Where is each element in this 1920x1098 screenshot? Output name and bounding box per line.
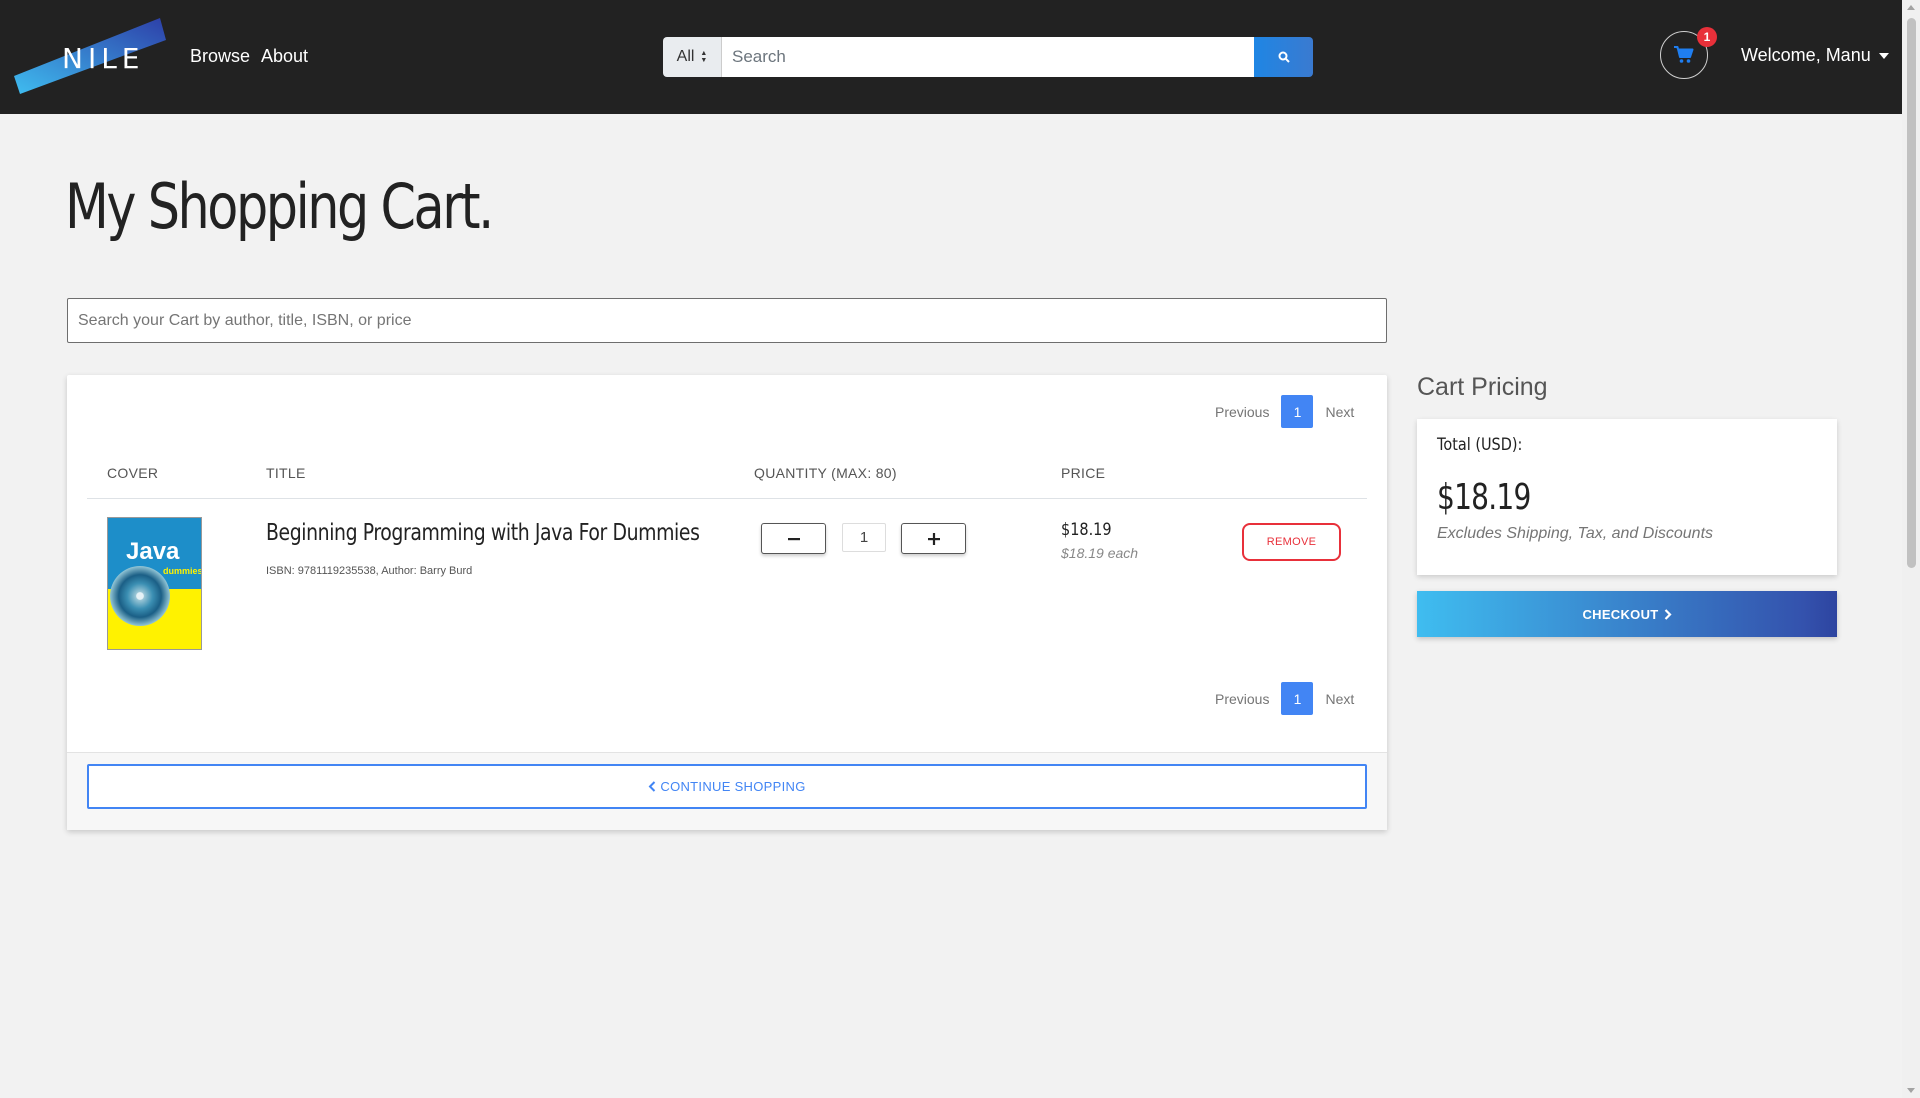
item-price-each: $18.19 each — [1061, 545, 1139, 561]
quantity-decrease-button[interactable] — [761, 523, 826, 554]
cover-title-text: Java — [126, 538, 180, 565]
continue-shopping-label: CONTINUE SHOPPING — [660, 779, 806, 794]
page-scrollbar[interactable] — [1902, 0, 1920, 1098]
column-header-quantity: QUANTITY (MAX: 80) — [754, 465, 897, 481]
pagination-previous[interactable]: Previous — [1203, 404, 1281, 420]
nile-logo[interactable]: NILE — [14, 18, 166, 98]
search-category-value: All — [676, 48, 695, 65]
top-navbar: NILE Browse About All ▲▼ 1 Welcome, Manu — [0, 0, 1902, 114]
column-header-title: TITLE — [266, 465, 306, 481]
column-header-cover: COVER — [107, 465, 159, 481]
nav-browse-link[interactable]: Browse — [190, 46, 250, 67]
caret-down-icon — [1878, 52, 1889, 59]
table-header-divider — [87, 498, 1367, 499]
book-title-link[interactable]: Beginning Programming with Java For Dumm… — [266, 520, 700, 546]
pagination-top: Previous 1 Next — [1203, 395, 1366, 428]
scroll-down-arrow-icon[interactable] — [1907, 1088, 1915, 1093]
search-icon — [1278, 51, 1290, 63]
cart-icon — [1674, 46, 1694, 63]
column-header-price: PRICE — [1061, 465, 1106, 481]
book-meta: ISBN: 9781119235538, Author: Barry Burd — [266, 565, 473, 577]
minus-icon — [787, 537, 800, 540]
scroll-up-arrow-icon[interactable] — [1907, 5, 1915, 10]
search-category-select[interactable]: All ▲ ▼ — [663, 37, 722, 77]
chevron-right-icon — [1664, 608, 1672, 620]
item-price: $18.19 — [1061, 520, 1112, 540]
search-bar: All ▲ ▼ — [663, 37, 1313, 77]
quantity-increase-button[interactable] — [901, 523, 966, 554]
search-button[interactable] — [1254, 37, 1313, 77]
pagination-next[interactable]: Next — [1313, 691, 1366, 707]
checkout-button[interactable]: CHECKOUT — [1417, 591, 1837, 637]
total-note: Excludes Shipping, Tax, and Discounts — [1437, 525, 1714, 542]
welcome-text: Welcome, Manu — [1741, 45, 1871, 65]
nile-logo-graphic: NILE — [14, 18, 166, 94]
pagination-bottom: Previous 1 Next — [1203, 682, 1366, 715]
pagination-next[interactable]: Next — [1313, 404, 1366, 420]
book-cover-image[interactable]: Java dummies — [107, 517, 202, 650]
cart-search-input[interactable] — [67, 298, 1387, 343]
cover-series-text: dummies — [163, 566, 202, 576]
plus-icon — [927, 532, 940, 545]
quantity-value[interactable]: 1 — [842, 523, 886, 552]
nav-about-link[interactable]: About — [261, 46, 308, 67]
scroll-thumb[interactable] — [1907, 18, 1916, 568]
cover-disc-graphic — [110, 566, 170, 626]
logo-text: NILE — [62, 42, 145, 75]
total-label: Total (USD): — [1437, 435, 1523, 455]
remove-item-button[interactable]: REMOVE — [1242, 523, 1341, 561]
pagination-previous[interactable]: Previous — [1203, 691, 1281, 707]
cart-count-badge: 1 — [1697, 27, 1717, 47]
pagination-page[interactable]: 1 — [1281, 682, 1314, 715]
user-menu-dropdown[interactable]: Welcome, Manu — [1741, 45, 1889, 66]
chevron-left-icon — [648, 781, 656, 792]
total-value: $18.19 — [1437, 477, 1531, 518]
cart-table-card: Previous 1 Next COVER TITLE QUANTITY (MA… — [67, 375, 1387, 830]
search-input[interactable] — [722, 37, 1254, 77]
cart-pricing-card: Total (USD): $18.19 Excludes Shipping, T… — [1417, 419, 1837, 575]
pagination-page[interactable]: 1 — [1281, 395, 1314, 428]
select-arrows-icon: ▲ ▼ — [700, 50, 708, 64]
checkout-label: CHECKOUT — [1582, 606, 1659, 622]
page-title: My Shopping Cart. — [65, 170, 494, 243]
continue-shopping-button[interactable]: CONTINUE SHOPPING — [87, 764, 1367, 809]
cart-pricing-heading: Cart Pricing — [1417, 373, 1548, 401]
